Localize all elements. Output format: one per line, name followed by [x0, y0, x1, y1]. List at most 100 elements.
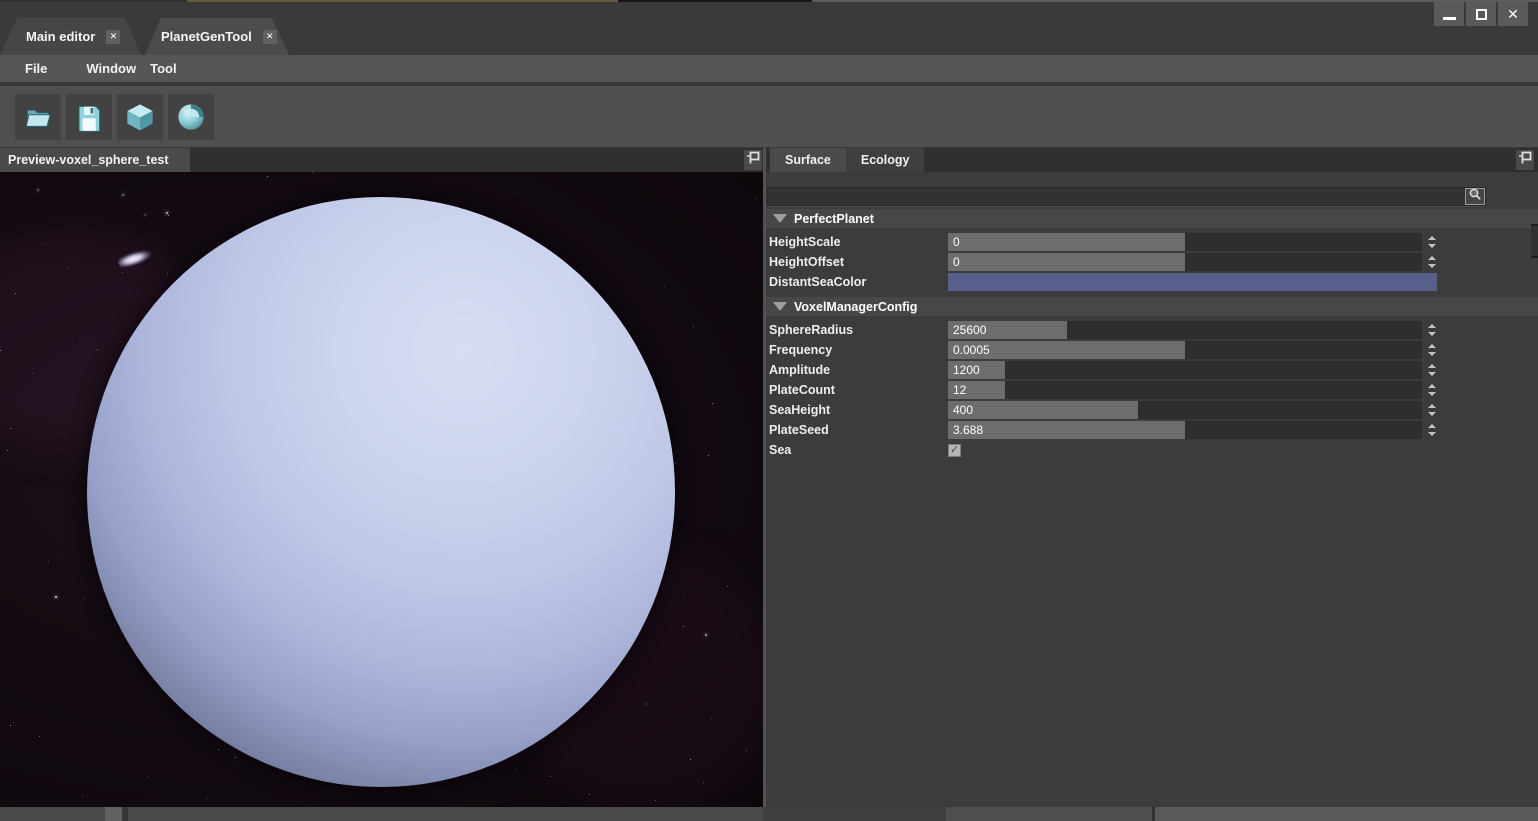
- property-label: Amplitude: [766, 363, 948, 377]
- property-search: [767, 187, 1486, 206]
- property-label: Frequency: [766, 343, 948, 357]
- pin-panel-button[interactable]: [1516, 150, 1534, 170]
- property-row: SeaHeight 400: [766, 400, 1538, 420]
- value-spinner[interactable]: [1425, 401, 1439, 419]
- spinner-down-icon[interactable]: [1428, 332, 1436, 336]
- property-row: HeightOffset 0: [766, 252, 1538, 272]
- search-input[interactable]: [768, 188, 1465, 205]
- pane-divider[interactable]: [763, 148, 766, 807]
- menubar: File Window Tool: [0, 55, 1538, 84]
- number-input-field[interactable]: 25600: [948, 321, 1422, 339]
- spinner-up-icon[interactable]: [1428, 344, 1436, 348]
- planet-preview-viewport[interactable]: [0, 172, 763, 807]
- spinner-up-icon[interactable]: [1428, 324, 1436, 328]
- field-value: 0: [948, 233, 1422, 251]
- planet-sphere-button[interactable]: [168, 94, 214, 140]
- collapse-arrow-icon[interactable]: [773, 214, 787, 223]
- value-spinner[interactable]: [1425, 253, 1439, 271]
- star: [168, 215, 169, 216]
- spinner-up-icon[interactable]: [1428, 384, 1436, 388]
- spinner-down-icon[interactable]: [1428, 432, 1436, 436]
- section-header[interactable]: VoxelManagerConfig: [766, 297, 1538, 316]
- spinner-down-icon[interactable]: [1428, 412, 1436, 416]
- checkbox-sea[interactable]: ✓: [948, 444, 961, 457]
- tab-label: Ecology: [861, 153, 910, 167]
- menu-window[interactable]: Window: [86, 61, 136, 76]
- star: [235, 757, 236, 758]
- main-area: Preview-voxel_sphere_test: [0, 148, 1538, 807]
- property-label: DistantSeaColor: [766, 275, 948, 289]
- menu-tool[interactable]: Tool: [150, 61, 176, 76]
- value-spinner[interactable]: [1425, 381, 1439, 399]
- window-top-edge: [812, 0, 1538, 2]
- preview-tab-label: Preview-voxel_sphere_test: [8, 153, 169, 167]
- section-title: PerfectPlanet: [794, 212, 874, 226]
- menu-file[interactable]: File: [25, 61, 47, 76]
- star: [218, 749, 219, 750]
- spinner-down-icon[interactable]: [1428, 352, 1436, 356]
- star: [664, 286, 665, 287]
- planet-sphere-icon: [175, 101, 207, 133]
- collapse-arrow-icon[interactable]: [773, 302, 787, 311]
- tab-planet-gen-tool[interactable]: PlanetGenTool ✕: [145, 18, 289, 55]
- tab-preview-voxel-sphere-test[interactable]: Preview-voxel_sphere_test: [0, 148, 190, 172]
- editor-tabstrip: Main editor ✕ PlanetGenTool ✕: [0, 0, 1538, 55]
- star: [550, 776, 551, 777]
- spinner-up-icon[interactable]: [1428, 256, 1436, 260]
- voxel-cube-button[interactable]: [117, 94, 163, 140]
- section-header[interactable]: PerfectPlanet: [766, 209, 1538, 228]
- vertical-scrollbar-thumb[interactable]: [1531, 224, 1538, 258]
- tab-surface[interactable]: Surface: [770, 148, 846, 172]
- spinner-down-icon[interactable]: [1428, 244, 1436, 248]
- preview-tabbar: Preview-voxel_sphere_test: [0, 148, 763, 172]
- save-button[interactable]: [66, 94, 112, 140]
- value-spinner[interactable]: [1425, 321, 1439, 339]
- close-tab-icon[interactable]: ✕: [106, 30, 120, 44]
- number-input-field[interactable]: 0.0005: [948, 341, 1422, 359]
- property-label: SphereRadius: [766, 323, 948, 337]
- spinner-down-icon[interactable]: [1428, 392, 1436, 396]
- field-value: 3.688: [948, 421, 1422, 439]
- number-input-field[interactable]: 12: [948, 381, 1422, 399]
- spinner-up-icon[interactable]: [1428, 236, 1436, 240]
- number-input-field[interactable]: 0: [948, 253, 1422, 271]
- property-row: PlateSeed 3.688: [766, 420, 1538, 440]
- value-spinner[interactable]: [1425, 341, 1439, 359]
- star: [80, 478, 81, 479]
- star: [675, 463, 676, 464]
- spinner-down-icon[interactable]: [1428, 264, 1436, 268]
- voxel-cube-icon: [124, 101, 156, 133]
- open-folder-icon: [23, 102, 53, 132]
- spinner-down-icon[interactable]: [1428, 372, 1436, 376]
- tab-ecology[interactable]: Ecology: [846, 148, 925, 172]
- minimize-button[interactable]: [1434, 2, 1464, 26]
- field-value: 1200: [948, 361, 1422, 379]
- statusbar-segment: [946, 807, 1152, 821]
- number-input-field[interactable]: 0: [948, 233, 1422, 251]
- number-input-field[interactable]: 400: [948, 401, 1422, 419]
- statusbar-segment: [1155, 807, 1538, 821]
- maximize-button[interactable]: [1466, 2, 1496, 26]
- spinner-up-icon[interactable]: [1428, 424, 1436, 428]
- property-row: PlateCount 12: [766, 380, 1538, 400]
- color-swatch-distantseacolor[interactable]: [948, 273, 1437, 291]
- value-spinner[interactable]: [1425, 361, 1439, 379]
- spinner-up-icon[interactable]: [1428, 404, 1436, 408]
- close-button[interactable]: ✕: [1498, 2, 1528, 26]
- number-input-field[interactable]: 1200: [948, 361, 1422, 379]
- h-scrollbar-thumb[interactable]: [105, 807, 122, 821]
- tab-main-editor[interactable]: Main editor ✕: [0, 18, 141, 55]
- value-spinner[interactable]: [1425, 233, 1439, 251]
- star: [147, 776, 148, 777]
- star: [515, 768, 516, 769]
- search-button[interactable]: [1465, 188, 1485, 205]
- open-file-button[interactable]: [15, 94, 61, 140]
- number-input-field[interactable]: 3.688: [948, 421, 1422, 439]
- value-spinner[interactable]: [1425, 421, 1439, 439]
- star: [755, 198, 756, 199]
- pin-panel-button[interactable]: [744, 150, 762, 170]
- close-tab-icon[interactable]: ✕: [263, 30, 277, 44]
- property-label: PlateSeed: [766, 423, 948, 437]
- spinner-up-icon[interactable]: [1428, 364, 1436, 368]
- star: [10, 725, 11, 726]
